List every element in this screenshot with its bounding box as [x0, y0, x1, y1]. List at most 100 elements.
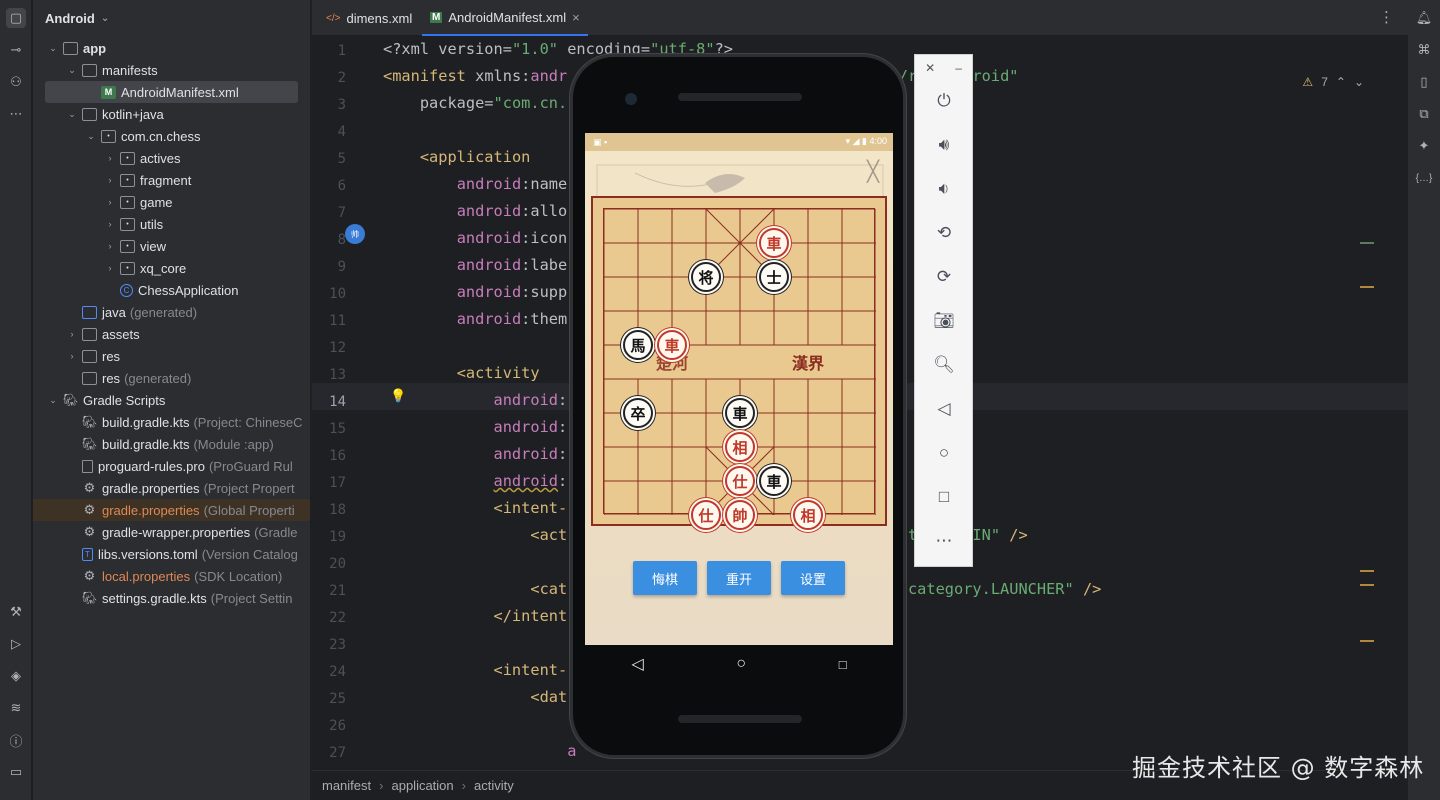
chevron-up-icon[interactable]: ⌃ [1336, 75, 1346, 89]
tab-androidmanifest-xml[interactable]: M AndroidManifest.xml × [422, 0, 588, 36]
chevron-right-icon[interactable]: › [66, 329, 78, 339]
code-line[interactable]: package="com.cn. [383, 94, 567, 112]
tree-item[interactable]: › • game [33, 191, 310, 213]
black-piece[interactable]: 士 [759, 262, 789, 292]
black-piece[interactable]: 卒 [623, 398, 653, 428]
home-icon[interactable]: ○ [932, 441, 956, 465]
tree-item[interactable]: › • utils [33, 213, 310, 235]
overview-icon[interactable]: □ [932, 485, 956, 509]
back-icon[interactable]: ◁ [631, 654, 643, 674]
power-icon[interactable]: ⏻ [932, 89, 956, 113]
run-icon[interactable]: ▷ [6, 634, 26, 654]
chevron-right-icon[interactable]: › [104, 241, 116, 251]
tree-item[interactable]: ⌄ • com.cn.chess [33, 125, 310, 147]
gradle-icon[interactable]: ⌘ [1414, 40, 1434, 60]
tree-item[interactable]: proguard-rules.pro (ProGuard Rul [33, 455, 310, 477]
breadcrumb-item[interactable]: activity [474, 778, 514, 793]
zoom-icon[interactable]: 🔍︎ [932, 353, 956, 377]
code-line[interactable]: <activity [383, 364, 540, 382]
close-tab-icon[interactable]: × [572, 10, 580, 25]
tree-item[interactable]: ⚙ gradle.properties (Global Properti [33, 499, 310, 521]
tree-item[interactable]: › assets [33, 323, 310, 345]
code-line[interactable]: </intent [383, 607, 568, 625]
overview-icon[interactable]: □ [839, 657, 847, 672]
code-line[interactable]: android:name [383, 175, 568, 193]
tree-item[interactable]: 🐘︎ build.gradle.kts (Module :app) [33, 433, 310, 455]
red-piece[interactable]: 仕 [691, 500, 721, 530]
chevron-right-icon[interactable]: › [104, 219, 116, 229]
code-line[interactable]: <intent- [383, 499, 568, 517]
volume-up-icon[interactable]: 🔊︎ [932, 133, 956, 157]
tree-item[interactable]: ⌄ 🐘︎ Gradle Scripts [33, 389, 310, 411]
inspection-widget[interactable]: ⚠ 7 ⌃ ⌄ [1302, 75, 1364, 89]
tree-item[interactable]: ⚙ gradle-wrapper.properties (Gradle [33, 521, 310, 543]
tab-options-icon[interactable]: ⋮ [1379, 8, 1394, 26]
chevron-down-icon[interactable]: ⌄ [47, 43, 59, 54]
breadcrumb-item[interactable]: application [391, 778, 453, 793]
code-line[interactable]: android:them [383, 310, 568, 328]
code-line[interactable]: <dat [383, 688, 567, 706]
code-line[interactable]: android: [383, 445, 568, 463]
close-icon[interactable]: ✕ [925, 61, 935, 75]
restart-button[interactable]: 重开 [707, 561, 771, 595]
screenshot-icon[interactable]: 📷︎ [932, 309, 956, 333]
code-line[interactable]: android:icon [383, 229, 568, 247]
home-icon[interactable]: ○ [736, 655, 746, 673]
tree-item[interactable]: › res [33, 345, 310, 367]
code-line[interactable]: a [383, 742, 576, 760]
tree-item[interactable]: 🐘︎ settings.gradle.kts (Project Settin [33, 587, 310, 609]
chevron-right-icon[interactable]: › [104, 175, 116, 185]
tree-item[interactable]: › • fragment [33, 169, 310, 191]
minimize-icon[interactable]: – [955, 61, 962, 75]
code-line[interactable]: android: [383, 418, 568, 436]
close-game-icon[interactable]: ╳ [867, 159, 879, 184]
chevron-down-icon[interactable]: ⌄ [85, 131, 97, 142]
chevron-right-icon[interactable]: › [104, 153, 116, 163]
black-piece[interactable]: 車 [759, 466, 789, 496]
tree-item[interactable]: ⚙ local.properties (SDK Location) [33, 565, 310, 587]
chevron-down-icon[interactable]: ⌄ [66, 109, 78, 120]
tree-item[interactable]: ⌄ app [33, 37, 310, 59]
red-piece[interactable]: 車 [657, 330, 687, 360]
rotate-right-icon[interactable]: ⟳ [932, 265, 956, 289]
tree-item[interactable]: 🐘︎ build.gradle.kts (Project: ChineseC [33, 411, 310, 433]
code-line[interactable]: android:labe [383, 256, 568, 274]
code-line[interactable]: android:allo [383, 202, 568, 220]
black-piece[interactable]: 車 [725, 398, 755, 428]
tree-item[interactable]: › • actives [33, 147, 310, 169]
terminal-icon[interactable]: ▭ [6, 762, 26, 782]
code-line[interactable]: android: [383, 472, 568, 490]
tree-item[interactable]: Tlibs.versions.toml (Version Catalog [33, 543, 310, 565]
chevron-down-icon[interactable]: ⌄ [1354, 75, 1364, 89]
running-devices-icon[interactable]: ⧉ [1414, 104, 1434, 124]
chevron-down-icon[interactable]: ⌄ [66, 65, 78, 76]
breadcrumb-item[interactable]: manifest [322, 778, 371, 793]
undo-button[interactable]: 悔棋 [633, 561, 697, 595]
gem-icon[interactable]: ◈ [6, 666, 26, 686]
commit-icon[interactable]: ⊸ [6, 40, 26, 60]
volume-down-icon[interactable]: 🔉︎ [932, 177, 956, 201]
device-screen[interactable]: ▣ ▪ ▾ ◢ ▮ 4:00 ╳ 楚河 漢界 車将士馬車卒車相仕車仕帥相 悔棋 重开… [585, 133, 893, 645]
tree-item[interactable]: ⚙ gradle.properties (Project Propert [33, 477, 310, 499]
tab-dimens-xml[interactable]: </> dimens.xml [316, 0, 422, 36]
notifications-icon[interactable]: 🔔︎ [1414, 8, 1434, 28]
black-piece[interactable]: 将 [691, 262, 721, 292]
lightbulb-icon[interactable]: 💡 [390, 388, 406, 404]
build-icon[interactable]: ⚒ [6, 602, 26, 622]
chevron-down-icon[interactable]: ⌄ [47, 395, 59, 406]
xiangqi-board[interactable]: 楚河 漢界 車将士馬車卒車相仕車仕帥相 [591, 196, 887, 530]
app-icon-gutter[interactable]: 帅 [345, 224, 365, 244]
device-manager-icon[interactable]: ▯ [1414, 72, 1434, 92]
back-icon[interactable]: ◁ [932, 397, 956, 421]
code-line[interactable]: <application [383, 148, 531, 166]
red-piece[interactable]: 帥 [725, 500, 755, 530]
code-line[interactable]: android:supp [383, 283, 568, 301]
more-tools-icon[interactable]: ⋯ [6, 104, 26, 124]
tree-item[interactable]: java (generated) [33, 301, 310, 323]
tree-item[interactable]: › • view [33, 235, 310, 257]
red-piece[interactable]: 仕 [725, 466, 755, 496]
more-icon[interactable]: ⋯ [932, 529, 956, 553]
code-line[interactable]: <intent- [383, 661, 568, 679]
project-tool-icon[interactable]: ▢ [6, 8, 26, 28]
rotate-left-icon[interactable]: ⟲ [932, 221, 956, 245]
